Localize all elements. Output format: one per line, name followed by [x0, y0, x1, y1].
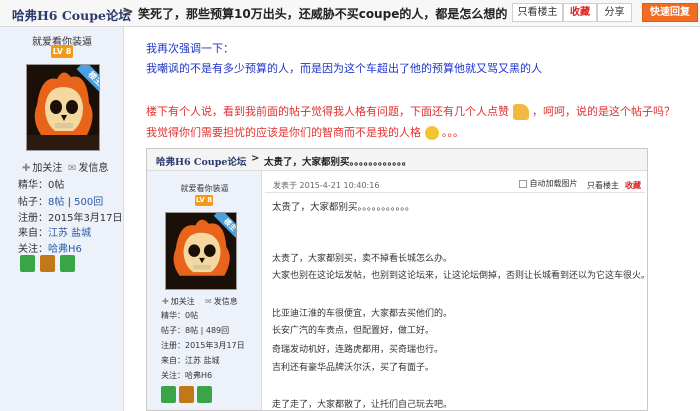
follow-label: 加关注 — [32, 163, 63, 174]
register-date: 注册：2015年3月17日 — [18, 213, 123, 224]
quoted-posts: 帖子：8帖 | 489回 — [161, 326, 230, 335]
quoted-body-line-2: 大家也别在这论坛发帖，也别到这论坛来，让这论坛倒掉，否则让长城看到还以为它这车很… — [272, 271, 648, 281]
thumbs-up-emoji-icon — [512, 104, 529, 120]
jinghua-stat: 精华：0帖 — [18, 180, 65, 191]
medal-owner-icon — [60, 255, 75, 272]
plus-icon: ✚ — [22, 163, 31, 174]
quoted-autoload-toggle: 自动加载图片 — [519, 178, 578, 189]
quoted-arrow-icon: > — [251, 153, 260, 164]
quoted-favorite: 收藏 — [625, 181, 641, 190]
post-line-iq: 我觉得你们需要担忧的应该是你们的智商而不是我的人格 。。。 — [146, 126, 464, 140]
follow-user-link[interactable]: ✚ 加关注 — [22, 159, 62, 174]
checkbox-icon — [519, 179, 527, 188]
smirk-emoji-icon — [424, 126, 439, 140]
quoted-body-line-7: 走了走了，大家都散了，让托们自己玩去吧。 — [272, 400, 453, 410]
quoted-author-sidebar: 就爱看你装逼 LV 8 楼主 ✚ 加关注 ✉ 发信息 精华：0帖 帖子：8帖 | 4… — [147, 171, 262, 410]
medal-lv1-icon — [20, 255, 35, 272]
quoted-level-badge: LV 8 — [195, 195, 213, 206]
quoted-header: 哈弗H6 Coupe论坛 > 太贵了，大家都别买。。。。。。。。。。。。 — [147, 149, 647, 171]
quoted-only-op: 只看楼主 — [587, 181, 619, 190]
quoted-register: 注册：2015年3月17日 — [161, 341, 245, 350]
quoted-avatar: 楼主 — [165, 212, 237, 290]
quoted-body-title: 太贵了，大家都别买。。。。。。。。。。。 — [272, 202, 415, 213]
medal-home-icon — [40, 255, 55, 272]
location: 来自：江苏 盐城 — [18, 228, 92, 239]
quoted-message-link: ✉ 发信息 — [205, 297, 238, 306]
post-line-mock: 我嘲讽的不是有多少预算的人，而是因为这个车超出了他的预算他就又骂又黑的人 — [146, 62, 542, 75]
quoted-thread-title: 太贵了，大家都别买。。。。。。。。。。。。 — [264, 157, 412, 168]
quoted-body-line-5: 奇瑞发动机好，连路虎都用，买奇瑞也行。 — [272, 345, 444, 355]
share-button[interactable]: 分享 — [597, 3, 632, 22]
quoted-jinghua: 精华：0帖 — [161, 311, 199, 320]
quoted-medal-home-icon — [179, 386, 194, 403]
quoted-forum-name: 哈弗H6 Coupe论坛 — [156, 157, 247, 168]
quoted-body-line-1: 太贵了，大家都别买，卖不掉看长城怎么办。 — [272, 254, 453, 264]
quoted-post-screenshot: 哈弗H6 Coupe论坛 > 太贵了，大家都别买。。。。。。。。。。。。 就爱看… — [146, 148, 648, 411]
quoted-body-line-6: 吉利还有豪华品牌沃尔沃，买了有面子。 — [272, 363, 435, 373]
envelope-icon: ✉ — [68, 163, 77, 174]
breadcrumb-arrow-icon: > — [122, 4, 134, 20]
only-op-button[interactable]: 只看楼主 — [512, 3, 563, 22]
author-sidebar: 就爱看你装逼 LV 8 楼主 ✚ 加关注 ✉ 发信息 精华：0帖 帖子：8帖 | 5… — [0, 27, 124, 411]
send-message-link[interactable]: ✉ 发信息 — [68, 159, 108, 174]
post-line-restate: 我再次强调一下： — [146, 42, 234, 55]
quoted-location: 来自：江苏 盐城 — [161, 356, 220, 365]
followed-car: 关注：哈弗H6 — [18, 244, 82, 255]
thread-title: 笑死了，那些预算10万出头，还威胁不买coupe的人，都是怎么想的 — [138, 7, 508, 21]
quoted-medal-owner-icon — [197, 386, 212, 403]
quoted-body-line-4: 长安广汽的车贵点，但配置好，做工好。 — [272, 326, 435, 336]
thread-header: 哈弗H6 Coupe论坛 > 笑死了，那些预算10万出头，还威胁不买coupe的… — [0, 0, 700, 27]
quoted-medal-lv1-icon — [161, 386, 176, 403]
favorite-button[interactable]: 收藏 — [563, 3, 597, 22]
quoted-divider — [265, 192, 645, 193]
message-label: 发信息 — [78, 163, 109, 174]
author-avatar[interactable]: 楼主 — [26, 64, 100, 151]
posts-stat: 帖子：8帖 | 500回 — [18, 197, 104, 208]
quick-reply-button[interactable]: 快速回复 — [642, 3, 698, 22]
quoted-body-line-3: 比亚迪江淮的车很便宜，大家都去买他们的。 — [272, 309, 453, 319]
quoted-post-time: 发表于 2015-4-21 10:40:16 — [273, 181, 380, 190]
quoted-followed-car: 关注：哈弗H6 — [161, 371, 213, 380]
post-line-reply: 楼下有个人说，看到我前面的帖子觉得我人格有问题，下面还有几个人点赞 ，呵呵，说的… — [146, 104, 675, 120]
quoted-follow-link: ✚ 加关注 — [162, 297, 195, 306]
forum-name-link[interactable]: 哈弗H6 Coupe论坛 — [12, 5, 131, 24]
quoted-username: 就爱看你装逼 — [180, 184, 229, 193]
level-badge: LV 8 — [51, 45, 73, 58]
